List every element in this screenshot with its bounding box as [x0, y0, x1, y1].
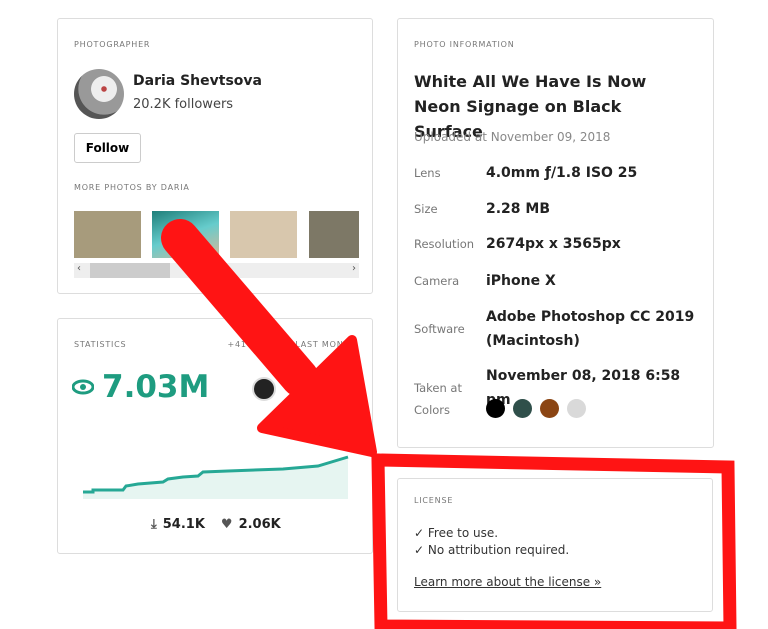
annotation-arrow-shaft	[161, 219, 319, 397]
annotation-box	[371, 453, 737, 629]
annotation-overlay	[161, 219, 737, 629]
